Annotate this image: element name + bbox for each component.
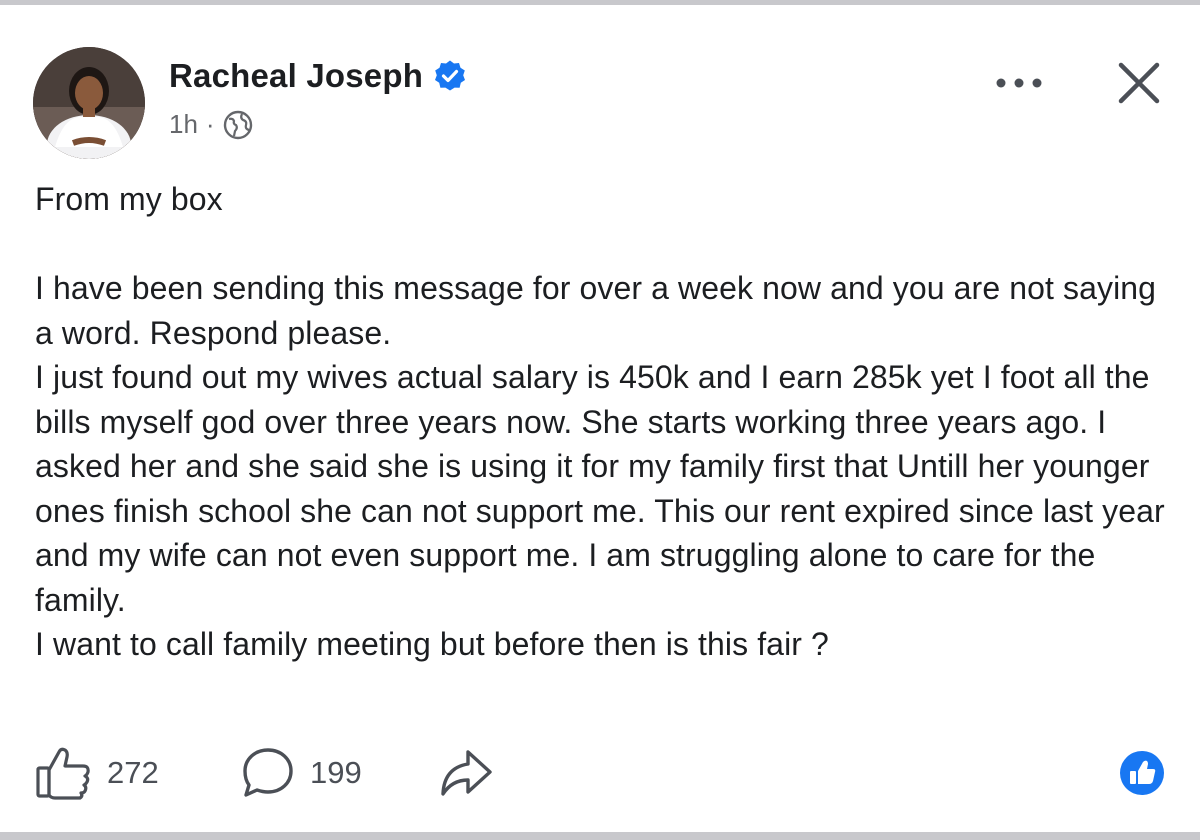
thumbs-up-icon [36,747,90,800]
more-dots-icon [996,78,1042,88]
share-button[interactable] [438,743,494,803]
post-paragraph: I want to call family meeting but before… [35,626,829,662]
avatar[interactable] [33,47,145,159]
post-card: Racheal Joseph 1h · From my box I have b… [0,0,1200,840]
globe-icon [223,110,253,140]
post-actions: 272 199 [35,743,1165,803]
post-paragraph: I just found out my wives actual salary … [35,359,1165,618]
post-intro: From my box [35,181,223,217]
author-row: Racheal Joseph [169,57,467,95]
post-timestamp[interactable]: 1h [169,109,198,140]
like-reaction-icon[interactable] [1119,750,1165,796]
post-paragraph: I have been sending this message for ove… [35,270,1157,351]
close-icon [1118,62,1160,104]
share-arrow-icon [441,750,492,796]
like-button[interactable]: 272 [35,743,159,803]
comment-count: 199 [310,755,362,790]
author-name[interactable]: Racheal Joseph [169,57,423,95]
comment-button[interactable]: 199 [240,743,362,803]
close-button[interactable] [1111,55,1167,111]
more-options-button[interactable] [989,63,1049,103]
post-header: Racheal Joseph 1h · [33,43,1167,163]
meta-separator: · [205,109,215,139]
like-count: 272 [107,755,159,790]
post-text: From my box I have been sending this mes… [35,177,1175,667]
verified-badge-icon [433,59,467,93]
comment-bubble-icon [243,748,293,797]
post-meta: 1h · [169,109,253,140]
